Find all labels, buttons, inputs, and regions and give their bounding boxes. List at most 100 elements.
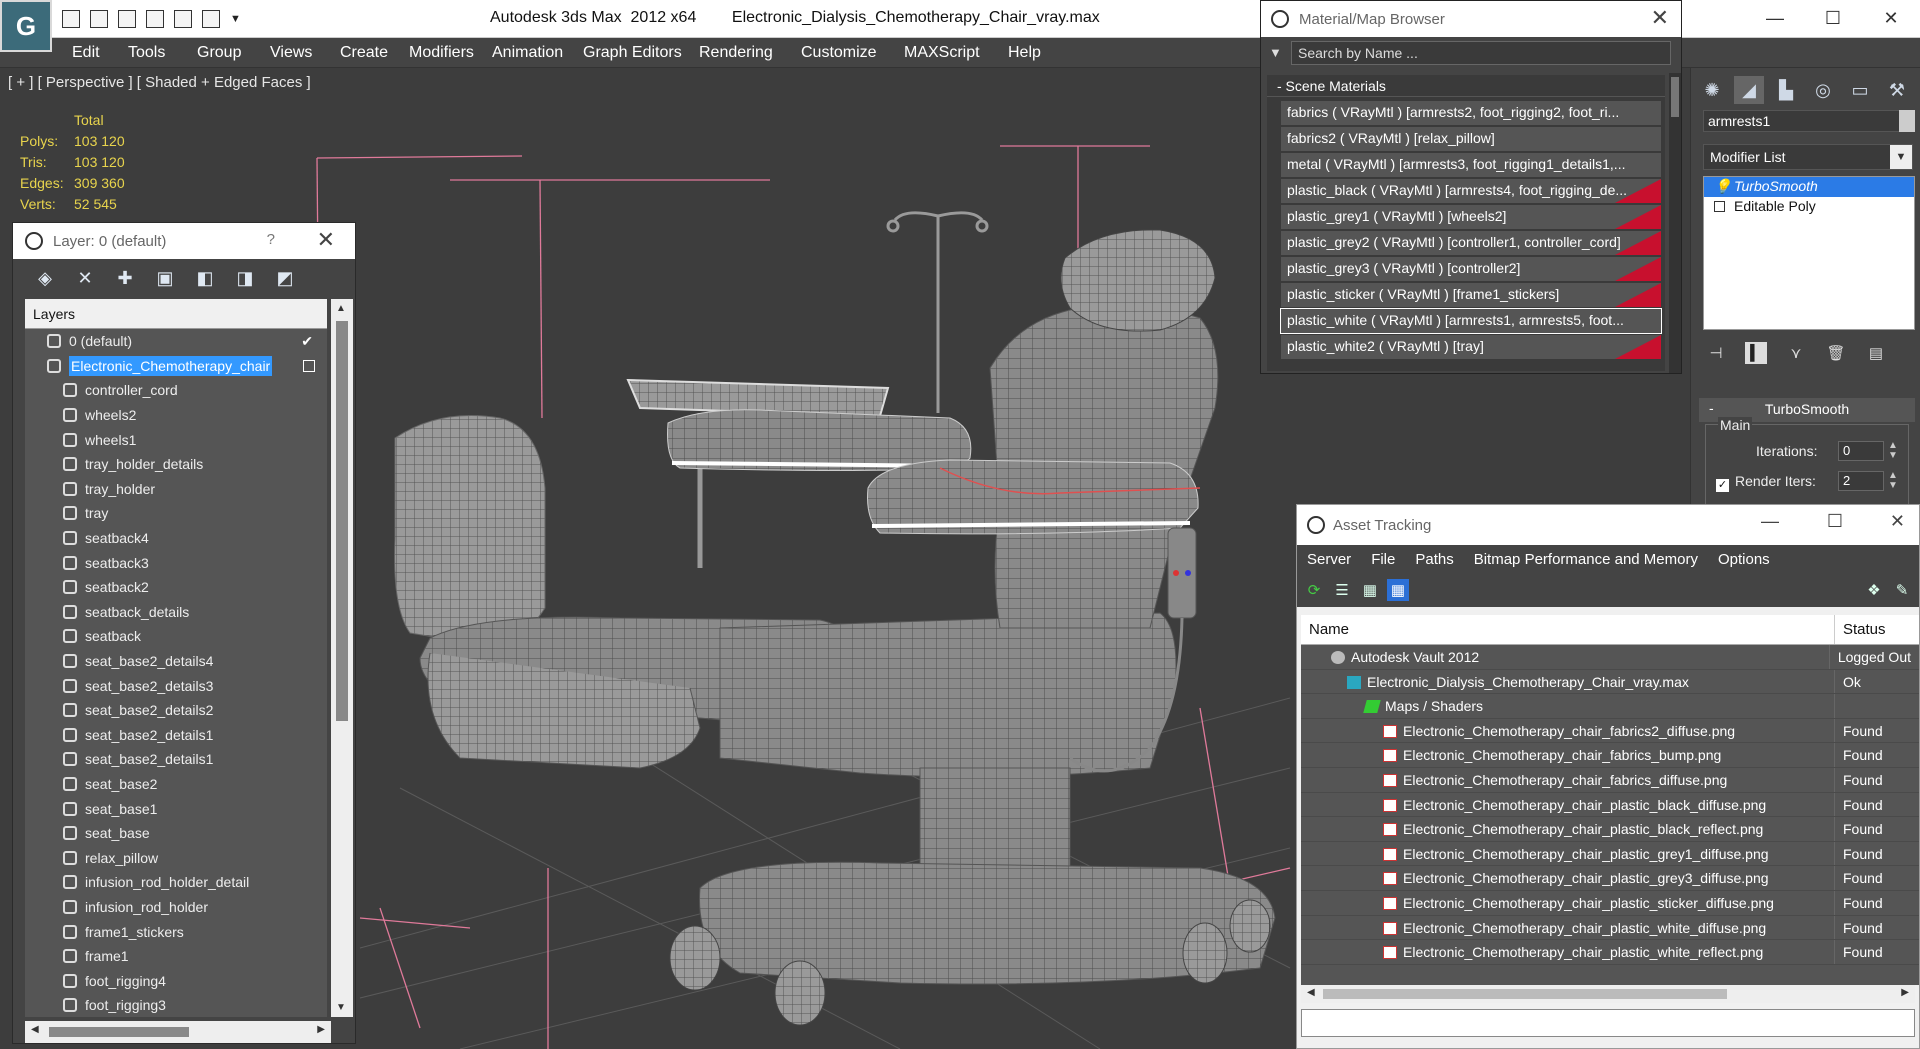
scroll-right-icon[interactable]: ▶ [1901,987,1909,998]
select-objects-icon[interactable]: ▣ [153,266,177,290]
menu-rendering[interactable]: Rendering [699,44,773,62]
table-view-icon[interactable]: ▦ [1387,579,1409,601]
asset-row[interactable]: Electronic_Chemotherapy_chair_plastic_gr… [1301,866,1919,891]
object-row[interactable]: seat_base2_details2 [25,698,327,723]
asset-row[interactable]: Electronic_Chemotherapy_chair_fabrics_di… [1301,767,1919,793]
layer-list[interactable]: Layers 0 (default) ✔ Electronic_Chemothera… [25,299,327,1017]
display-tab-icon[interactable]: ▭ [1845,76,1875,104]
menu-customize[interactable]: Customize [801,44,877,62]
asset-row[interactable]: Electronic_Dialysis_Chemotherapy_Chair_v… [1301,669,1919,695]
object-row[interactable]: tray_holder [25,477,327,502]
menu-views[interactable]: Views [270,44,312,62]
maximize-icon[interactable]: ☐ [1804,0,1862,36]
help-icon[interactable]: ? [267,231,275,248]
maximize-icon[interactable]: ☐ [1827,511,1843,532]
motion-tab-icon[interactable]: ◎ [1808,76,1838,104]
menu-group[interactable]: Group [197,44,241,62]
scroll-left-icon[interactable]: ◀ [31,1024,39,1035]
delete-layer-icon[interactable]: ✕ [73,266,97,290]
material-item[interactable]: plastic_white2 ( VRayMtl ) [tray] [1281,335,1661,359]
app-logo-icon[interactable]: G [0,0,52,52]
material-scrollbar[interactable] [1669,73,1681,373]
asset-path-field[interactable] [1301,1009,1915,1037]
material-search-input[interactable]: Search by Name ... [1291,41,1671,65]
object-row[interactable]: seat_base2_details1 [25,747,327,772]
menu-paths[interactable]: Paths [1405,551,1463,568]
render-iters-field[interactable]: 2 [1838,471,1884,491]
menu-modifiers[interactable]: Modifiers [409,44,474,62]
qa-dropdown-icon[interactable]: ▼ [230,10,248,28]
vault-settings-icon[interactable]: ✎ [1891,579,1913,601]
menu-maxscript[interactable]: MAXScript [904,44,980,62]
material-item[interactable]: plastic_grey2 ( VRayMtl ) [controller1, … [1281,231,1661,255]
vault-help-icon[interactable]: ❖ [1863,579,1885,601]
name-column-header[interactable]: Name [1301,615,1835,644]
menu-animation[interactable]: Animation [492,44,563,62]
modify-tab-icon[interactable]: ◢ [1734,76,1764,104]
object-row[interactable]: tray [25,501,327,526]
render-iters-checkbox[interactable]: ✓ [1716,479,1729,492]
object-row[interactable]: wheels1 [25,427,327,452]
asset-row[interactable]: Electronic_Chemotherapy_chair_fabrics_bu… [1301,743,1919,768]
spinner-arrows-icon[interactable]: ▲ ▼ [1888,441,1898,461]
layer-dialog-titlebar[interactable]: Layer: 0 (default) ? ✕ [13,223,355,259]
material-item[interactable]: metal ( VRayMtl ) [armrests3, foot_riggi… [1281,153,1661,177]
hierarchy-tab-icon[interactable]: ▙ [1771,76,1801,104]
utilities-tab-icon[interactable]: ⚒ [1882,76,1912,104]
material-browser-titlebar[interactable]: Material/Map Browser ✕ [1261,1,1681,37]
create-layer-icon[interactable]: ◈ [33,266,57,290]
remove-modifier-icon[interactable]: 🗑 [1825,342,1847,364]
menu-help[interactable]: Help [1008,44,1041,62]
object-row[interactable]: relax_pillow [25,845,327,870]
close-icon[interactable]: ✕ [1862,0,1920,36]
spinner-arrows-icon[interactable]: ▲ ▼ [1888,471,1898,491]
object-row[interactable]: seat_base2_details4 [25,649,327,674]
viewport-label[interactable]: [ + ] [ Perspective ] [ Shaded + Edged F… [8,74,311,91]
hold-icon[interactable] [146,10,164,28]
object-row[interactable]: seatback [25,624,327,649]
create-tab-icon[interactable]: ✺ [1697,76,1727,104]
scroll-thumb[interactable] [49,1027,189,1037]
highlight-layer-icon[interactable]: ◧ [193,266,217,290]
minimize-icon[interactable]: — [1746,0,1804,36]
material-item[interactable]: plastic_grey1 ( VRayMtl ) [wheels2] [1281,205,1661,229]
undo-icon[interactable] [174,10,192,28]
set-current-box-icon[interactable] [303,359,315,372]
material-item[interactable]: fabrics ( VRayMtl ) [armrests2, foot_rig… [1281,101,1661,125]
hide-all-icon[interactable]: ◨ [233,266,257,290]
close-icon[interactable]: ✕ [317,227,335,253]
object-row[interactable]: seatback3 [25,550,327,575]
list-view-icon[interactable]: ☰ [1331,579,1353,601]
make-unique-icon[interactable]: ⋎ [1785,342,1807,364]
object-name-field[interactable]: armrests1 [1703,110,1903,132]
material-item[interactable]: plastic_black ( VRayMtl ) [armrests4, fo… [1281,179,1661,203]
modifier-stack[interactable]: 💡 TurboSmooth Editable Poly [1703,176,1915,330]
asset-table[interactable]: Name Status Autodesk Vault 2012 Logged Ou… [1301,615,1919,985]
asset-row[interactable]: Electronic_Chemotherapy_chair_plastic_bl… [1301,792,1919,818]
material-item[interactable]: fabrics2 ( VRayMtl ) [relax_pillow] [1281,127,1661,151]
menu-edit[interactable]: Edit [72,44,100,62]
layer-horizontal-scrollbar[interactable]: ◀ ▶ [25,1021,331,1043]
object-row[interactable]: foot_rigging4 [25,968,327,993]
asset-row[interactable]: Electronic_Chemotherapy_chair_plastic_st… [1301,890,1919,916]
search-options-icon[interactable]: ▼ [1269,45,1282,60]
asset-row[interactable]: Electronic_Chemotherapy_chair_plastic_bl… [1301,817,1919,842]
pin-stack-icon[interactable]: ⊣ [1705,342,1727,364]
scroll-thumb[interactable] [1323,989,1727,999]
object-row[interactable]: seat_base2 [25,772,327,797]
object-row[interactable]: infusion_rod_holder_detail [25,870,327,895]
chevron-down-icon[interactable]: ▼ [1890,145,1912,169]
lightbulb-icon[interactable]: 💡 [1714,178,1731,195]
object-row[interactable]: foot_rigging3 [25,993,327,1017]
layer-vertical-scrollbar[interactable]: ▲ ▼ [331,299,353,1017]
menu-options[interactable]: Options [1708,551,1780,568]
material-item[interactable]: plastic_sticker ( VRayMtl ) [frame1_stic… [1281,283,1661,307]
object-row[interactable]: seatback_details [25,600,327,625]
stack-item-turbosmooth[interactable]: 💡 TurboSmooth [1704,177,1914,197]
open-file-icon[interactable] [62,10,80,28]
scroll-right-icon[interactable]: ▶ [317,1024,325,1035]
asset-row[interactable]: Electronic_Chemotherapy_chair_plastic_gr… [1301,841,1919,867]
asset-row[interactable]: Electronic_Chemotherapy_chair_plastic_wh… [1301,940,1919,965]
menu-server[interactable]: Server [1297,551,1361,568]
status-column-header[interactable]: Status [1835,615,1894,644]
